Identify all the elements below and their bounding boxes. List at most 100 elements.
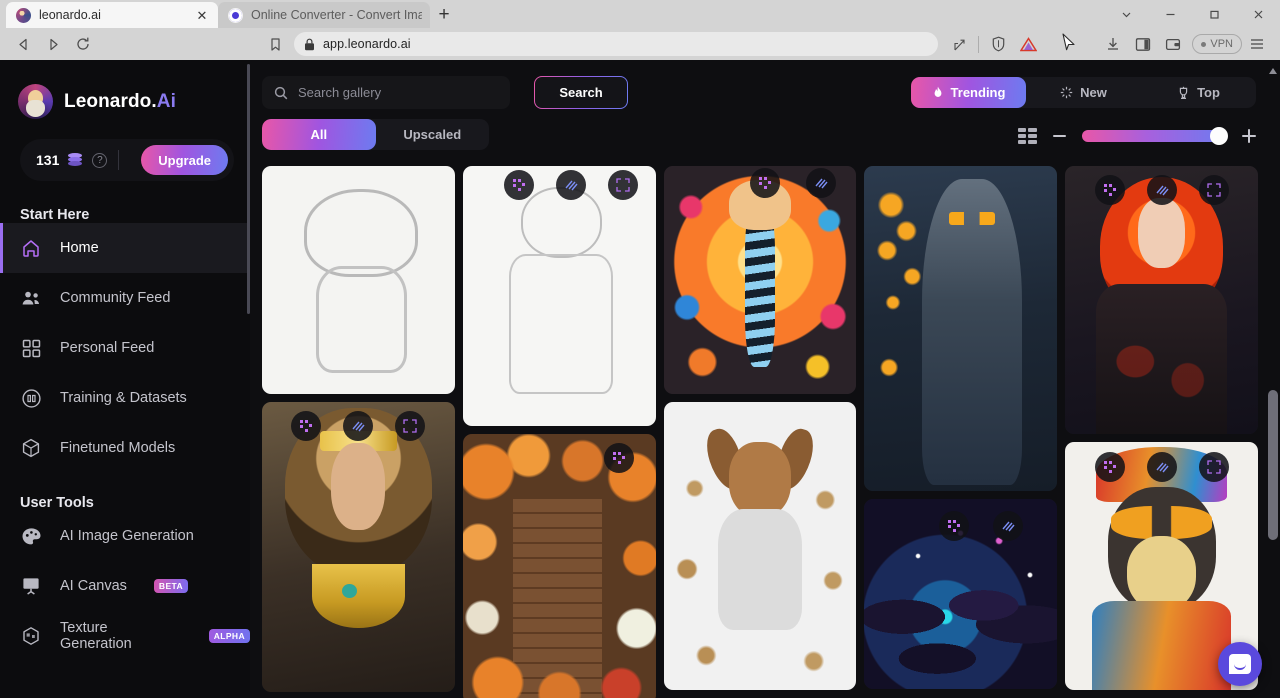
upscale-icon[interactable] xyxy=(992,511,1023,541)
badge-beta: BETA xyxy=(153,579,189,593)
sidebar-item-training-datasets[interactable]: Training & Datasets xyxy=(0,373,250,423)
upscale-icon[interactable] xyxy=(555,170,586,200)
artwork-autumn-pumpkins xyxy=(462,434,656,698)
address-bar[interactable]: app.leonardo.ai xyxy=(294,32,939,56)
artwork-halloween-witch xyxy=(462,166,656,426)
credits-bar: 131 ? Upgrade xyxy=(20,139,234,181)
brave-shield-icon[interactable] xyxy=(983,30,1013,58)
sidebar-item-texture-generation[interactable]: Texture Generation ALPHA xyxy=(0,611,250,661)
flame-icon xyxy=(934,86,941,97)
page-scrollbar[interactable] xyxy=(1266,60,1280,698)
reload-icon[interactable] xyxy=(68,30,98,58)
gallery-column xyxy=(1065,166,1258,698)
gallery-column xyxy=(262,166,455,698)
new-tab-button[interactable]: + xyxy=(430,2,458,28)
tab-top[interactable]: Top xyxy=(1141,77,1256,108)
sidebar-item-personal-feed[interactable]: Personal Feed xyxy=(0,323,250,373)
sort-tabs: Trending New Top xyxy=(911,77,1256,108)
sidebar-item-label: Community Feed xyxy=(60,290,171,306)
remix-icon[interactable] xyxy=(1094,452,1125,482)
fullscreen-icon[interactable] xyxy=(1198,452,1229,482)
close-icon[interactable] xyxy=(1236,0,1280,28)
grid-icon xyxy=(20,337,42,359)
vpn-label: VPN xyxy=(1210,38,1233,50)
maximize-icon[interactable] xyxy=(1192,0,1236,28)
remix-icon[interactable] xyxy=(1094,175,1125,205)
lock-icon xyxy=(305,38,314,50)
upscale-icon[interactable] xyxy=(1146,175,1177,205)
gallery-card-halloween-witch-girl[interactable] xyxy=(462,166,656,426)
remix-icon[interactable] xyxy=(291,411,322,441)
intercom-launcher[interactable] xyxy=(1218,642,1262,686)
browser-window: leonardo.ai ✕ Online Converter - Convert… xyxy=(0,0,1280,698)
card-actions xyxy=(463,170,656,200)
gallery-column xyxy=(462,166,656,698)
hamburger-menu-icon[interactable] xyxy=(1242,30,1272,58)
tab-all[interactable]: All xyxy=(262,119,376,150)
fullscreen-icon[interactable] xyxy=(395,411,426,441)
trophy-icon xyxy=(1179,86,1188,99)
back-arrow-icon[interactable] xyxy=(8,30,38,58)
community-icon xyxy=(20,287,42,309)
chevron-down-icon[interactable] xyxy=(1104,0,1148,28)
artwork-sketch-cat xyxy=(262,166,455,394)
close-icon[interactable]: ✕ xyxy=(194,7,210,23)
vpn-toggle[interactable]: VPN xyxy=(1192,34,1242,54)
search-input[interactable]: Search gallery xyxy=(262,76,510,109)
gallery-card-armored-cat-warrior[interactable] xyxy=(864,166,1058,491)
share-icon[interactable] xyxy=(944,30,974,58)
upscale-icon[interactable] xyxy=(1146,452,1177,482)
search-icon xyxy=(274,86,288,99)
tab-upscaled[interactable]: Upscaled xyxy=(376,119,490,150)
bookmark-icon[interactable] xyxy=(260,30,290,58)
zoom-out-button[interactable] xyxy=(1053,134,1066,137)
question-mark-icon[interactable]: ? xyxy=(92,152,108,168)
card-actions xyxy=(864,511,1057,541)
card-actions xyxy=(664,168,857,198)
remix-icon[interactable] xyxy=(503,170,534,200)
upscale-icon[interactable] xyxy=(343,411,374,441)
scrollbar-thumb[interactable] xyxy=(1268,390,1278,540)
forward-arrow-icon[interactable] xyxy=(38,30,68,58)
fullscreen-icon[interactable] xyxy=(1198,175,1229,205)
gallery-card-sketch-cat-in-hoodie[interactable] xyxy=(262,166,455,394)
browser-toolbar: app.leonardo.ai VPN xyxy=(0,28,1280,60)
section-title-start-here: Start Here xyxy=(20,207,90,223)
tab-trending[interactable]: Trending xyxy=(911,77,1026,108)
sidebar-icon[interactable] xyxy=(1128,30,1158,58)
gallery-card-egyptian-woman[interactable] xyxy=(262,402,455,692)
remix-icon[interactable] xyxy=(938,511,969,541)
upscale-icon[interactable] xyxy=(806,168,837,198)
sidebar-item-ai-image-generation[interactable]: AI Image Generation xyxy=(0,511,250,561)
gallery-card-cosmic-forest[interactable] xyxy=(864,499,1058,689)
search-button[interactable]: Search xyxy=(534,76,628,109)
zoom-slider[interactable] xyxy=(1082,126,1228,145)
gallery-card-chihuahua-hoodie[interactable] xyxy=(663,402,857,690)
palette-icon xyxy=(20,525,42,547)
minimize-icon[interactable] xyxy=(1148,0,1192,28)
slider-handle[interactable] xyxy=(1210,126,1228,145)
brand-logo-area[interactable]: Leonardo.Ai xyxy=(0,60,250,119)
remix-icon[interactable] xyxy=(750,168,781,198)
tab-new[interactable]: New xyxy=(1026,77,1141,108)
scroll-up-arrow-icon[interactable] xyxy=(1268,62,1278,74)
sidebar-item-finetuned-models[interactable]: Finetuned Models xyxy=(0,423,250,473)
zoom-in-button[interactable] xyxy=(1242,128,1256,143)
fullscreen-icon[interactable] xyxy=(607,170,638,200)
downloads-icon[interactable] xyxy=(1098,30,1128,58)
gallery-card-redhead-woman[interactable] xyxy=(1065,166,1258,434)
browser-tab-leonardo[interactable]: leonardo.ai ✕ xyxy=(6,2,218,28)
sparkle-icon xyxy=(1060,86,1073,99)
grid-density-icon[interactable] xyxy=(1018,127,1037,144)
leo-ai-icon[interactable] xyxy=(1013,30,1043,58)
wallet-icon[interactable] xyxy=(1158,30,1188,58)
sidebar-item-community-feed[interactable]: Community Feed xyxy=(0,273,250,323)
upgrade-button[interactable]: Upgrade xyxy=(141,145,228,175)
gallery-card-popart-giraffe[interactable] xyxy=(663,166,857,394)
remix-icon[interactable] xyxy=(603,443,634,473)
sidebar-item-ai-canvas[interactable]: AI Canvas BETA xyxy=(0,561,250,611)
sidebar-item-home[interactable]: Home xyxy=(0,223,250,273)
sidebar-item-label: Training & Datasets xyxy=(60,390,187,406)
gallery-card-autumn-pumpkins[interactable] xyxy=(462,434,656,698)
browser-tab-converter[interactable]: Online Converter - Convert Image, Vid xyxy=(218,2,430,28)
